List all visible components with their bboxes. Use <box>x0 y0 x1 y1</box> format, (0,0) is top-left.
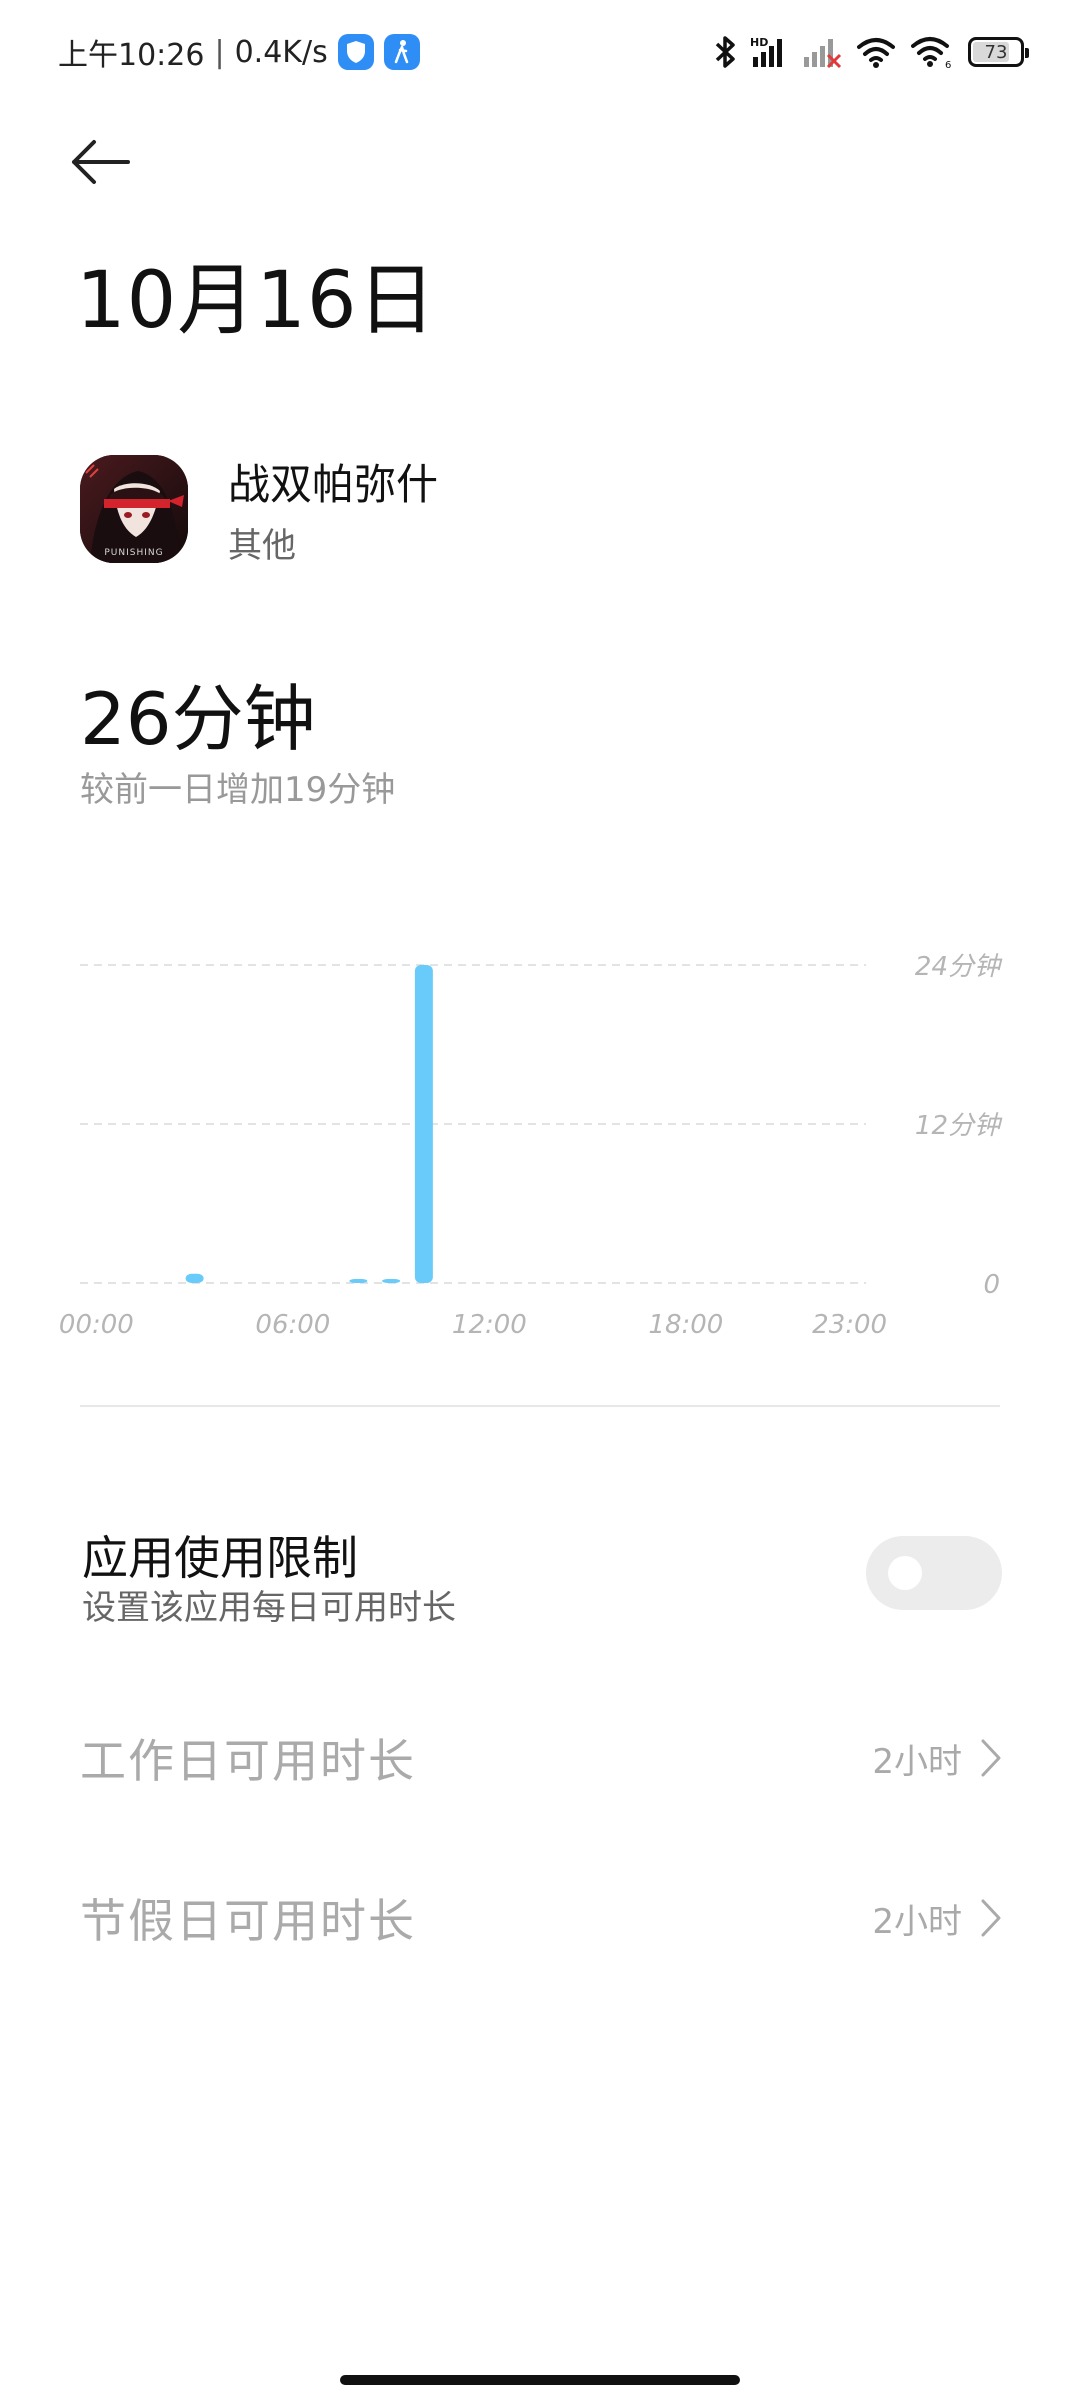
wifi-icon <box>856 36 896 68</box>
usage-chart-svg: 24分钟 12分钟 0 00:00 06:00 12:00 18:00 23:00 <box>59 952 1003 1340</box>
limit-toggle[interactable] <box>866 1536 1002 1610</box>
svg-text:PUNISHING: PUNISHING <box>104 548 163 558</box>
chart-x-tick-label: 23:00 <box>812 1310 887 1340</box>
holiday-limit-row[interactable]: 节假日可用时长 2小时 <box>80 1868 1002 1968</box>
chart-bar <box>414 965 433 1283</box>
home-indicator[interactable] <box>340 2375 740 2385</box>
chart-bar <box>185 1273 204 1283</box>
hd-signal-icon: HD <box>750 35 788 69</box>
walking-person-icon <box>383 34 420 70</box>
chart-y-tick-label: 24分钟 <box>915 952 1003 982</box>
chart-bar <box>382 1279 401 1283</box>
chevron-right-icon <box>981 1899 1001 1937</box>
svg-text:6: 6 <box>945 60 951 69</box>
holiday-limit-label: 节假日可用时长 <box>80 1894 416 1948</box>
divider <box>80 1405 1000 1407</box>
shield-icon <box>337 34 374 70</box>
chart-x-tick-label: 00:00 <box>59 1310 134 1340</box>
wifi-6-icon: 6 <box>910 35 954 69</box>
chart-y-tick-label: 0 <box>983 1270 1000 1300</box>
chevron-right-icon <box>981 1739 1001 1777</box>
chart-x-tick-label: 06:00 <box>255 1310 330 1340</box>
usage-compare: 较前一日增加19分钟 <box>80 770 396 810</box>
battery-icon: 73 <box>968 37 1029 67</box>
chart-y-tick-label: 12分钟 <box>915 1111 1003 1141</box>
svg-text:HD: HD <box>750 36 768 49</box>
weekday-limit-row[interactable]: 工作日可用时长 2小时 <box>80 1708 1002 1808</box>
app-info: PUNISHING 战双帕弥什 其他 <box>80 454 439 566</box>
weekday-limit-label: 工作日可用时长 <box>80 1734 416 1788</box>
limit-subtitle: 设置该应用每日可用时长 <box>82 1588 456 1628</box>
back-arrow-icon <box>72 140 130 184</box>
holiday-limit-value: 2小时 <box>872 1901 962 1942</box>
app-name: 战双帕弥什 <box>228 460 439 509</box>
page-title: 10月16日 <box>76 256 437 346</box>
chart-x-tick-label: 18:00 <box>648 1310 723 1340</box>
weekday-limit-value: 2小时 <box>872 1741 962 1782</box>
usage-total: 26分钟 <box>80 677 316 761</box>
status-right: HD 6 73 <box>714 30 1029 74</box>
status-net-speed: 0.4K/s <box>234 34 328 70</box>
status-separator: | <box>214 34 225 70</box>
app-category: 其他 <box>228 526 296 566</box>
status-time: 上午10:26 <box>58 38 205 73</box>
toggle-knob <box>888 1556 922 1590</box>
chart-bar <box>349 1279 368 1283</box>
battery-level: 73 <box>984 41 1008 63</box>
chart-x-tick-label: 12:00 <box>452 1310 527 1340</box>
status-bar: 上午10:26 | 0.4K/s HD 6 73 <box>0 0 1080 104</box>
usage-chart: 24分钟 12分钟 0 00:00 06:00 12:00 18:00 23:00 <box>0 920 1080 1370</box>
bluetooth-icon <box>714 35 736 69</box>
no-signal-icon <box>802 35 842 69</box>
back-button[interactable] <box>68 130 148 194</box>
app-icon: PUNISHING <box>80 455 188 563</box>
limit-title: 应用使用限制 <box>82 1531 358 1585</box>
status-left: 上午10:26 | 0.4K/s <box>58 30 420 74</box>
